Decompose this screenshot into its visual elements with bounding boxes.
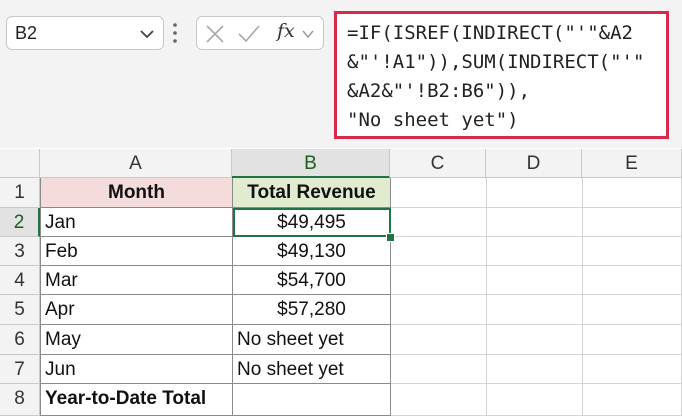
revenue-cell-active[interactable]: $49,495 <box>233 208 391 237</box>
empty-cell[interactable] <box>583 295 682 325</box>
chevron-down-icon[interactable] <box>301 28 315 40</box>
empty-cell[interactable] <box>487 295 583 325</box>
empty-cell[interactable] <box>487 178 583 208</box>
empty-cell[interactable] <box>391 266 487 295</box>
empty-cell[interactable] <box>391 208 487 237</box>
empty-cell[interactable] <box>391 237 487 266</box>
month-cell[interactable]: Jun <box>40 355 233 384</box>
ytd-total-value-cell[interactable] <box>233 384 391 416</box>
empty-cell[interactable] <box>487 355 583 384</box>
revenue-cell[interactable]: $57,280 <box>233 295 391 325</box>
month-cell[interactable]: May <box>40 325 233 355</box>
empty-cell[interactable] <box>391 178 487 208</box>
month-cell[interactable]: Apr <box>40 295 233 325</box>
column-header-c[interactable]: C <box>390 149 486 178</box>
header-cell-total-revenue[interactable]: Total Revenue <box>233 178 391 208</box>
revenue-cell[interactable]: No sheet yet <box>233 325 391 355</box>
empty-cell[interactable] <box>583 208 682 237</box>
enter-check-icon[interactable] <box>237 24 261 44</box>
row-header-6[interactable]: 6 <box>0 325 40 355</box>
month-cell[interactable]: Mar <box>40 266 233 295</box>
month-cell[interactable]: Feb <box>40 237 233 266</box>
empty-cell[interactable] <box>583 384 682 416</box>
column-header-b[interactable]: B <box>232 149 390 178</box>
name-box[interactable]: B2 <box>6 16 164 50</box>
empty-cell[interactable] <box>583 237 682 266</box>
formula-line: "No sheet yet") <box>347 109 519 131</box>
row-header-3[interactable]: 3 <box>0 237 40 266</box>
formula-line: &A2&"'!B2:B6")), <box>347 80 531 102</box>
formula-input[interactable]: =IF(ISREF(INDIRECT("'"&A2 &"'!A1")),SUM(… <box>334 11 669 139</box>
ytd-total-label-cell[interactable]: Year-to-Date Total <box>40 384 233 416</box>
empty-cell[interactable] <box>487 237 583 266</box>
fill-handle[interactable] <box>386 233 395 242</box>
empty-cell[interactable] <box>391 384 487 416</box>
header-cell-month[interactable]: Month <box>40 178 233 208</box>
row-header-5[interactable]: 5 <box>0 295 40 325</box>
empty-cell[interactable] <box>487 208 583 237</box>
empty-cell[interactable] <box>391 355 487 384</box>
cancel-icon[interactable] <box>205 24 225 44</box>
column-header-e[interactable]: E <box>582 149 682 178</box>
insert-function-icon[interactable]: fx <box>277 20 295 42</box>
revenue-cell[interactable]: $49,130 <box>233 237 391 266</box>
empty-cell[interactable] <box>583 178 682 208</box>
empty-cell[interactable] <box>487 266 583 295</box>
empty-cell[interactable] <box>583 266 682 295</box>
row-header-7[interactable]: 7 <box>0 355 40 384</box>
empty-cell[interactable] <box>487 384 583 416</box>
empty-cell[interactable] <box>391 325 487 355</box>
revenue-cell[interactable]: $54,700 <box>233 266 391 295</box>
empty-cell[interactable] <box>583 355 682 384</box>
row-header-8[interactable]: 8 <box>0 384 40 416</box>
formula-bar-area: B2 fx =IF(ISREF(INDIRECT("'"&A2 &"'!A1")… <box>0 0 682 148</box>
formula-line: =IF(ISREF(INDIRECT("'"&A2 <box>347 22 633 44</box>
formula-buttons: fx <box>196 16 324 50</box>
revenue-cell[interactable]: No sheet yet <box>233 355 391 384</box>
month-cell[interactable]: Jan <box>40 208 233 237</box>
empty-cell[interactable] <box>487 325 583 355</box>
empty-cell[interactable] <box>583 325 682 355</box>
name-box-value: B2 <box>15 23 38 43</box>
more-options-icon[interactable] <box>172 22 178 44</box>
select-all-corner[interactable] <box>0 149 40 178</box>
formula-text: =IF(ISREF(INDIRECT("'"&A2 &"'!A1")),SUM(… <box>347 19 665 135</box>
formula-line: &"'!A1")),SUM(INDIRECT("'" <box>347 51 645 73</box>
row-header-2[interactable]: 2 <box>0 208 40 237</box>
empty-cell[interactable] <box>391 295 487 325</box>
column-header-a[interactable]: A <box>40 149 232 178</box>
row-header-1[interactable]: 1 <box>0 178 40 208</box>
row-header-4[interactable]: 4 <box>0 266 40 295</box>
chevron-down-icon[interactable] <box>139 26 155 42</box>
column-header-d[interactable]: D <box>486 149 582 178</box>
